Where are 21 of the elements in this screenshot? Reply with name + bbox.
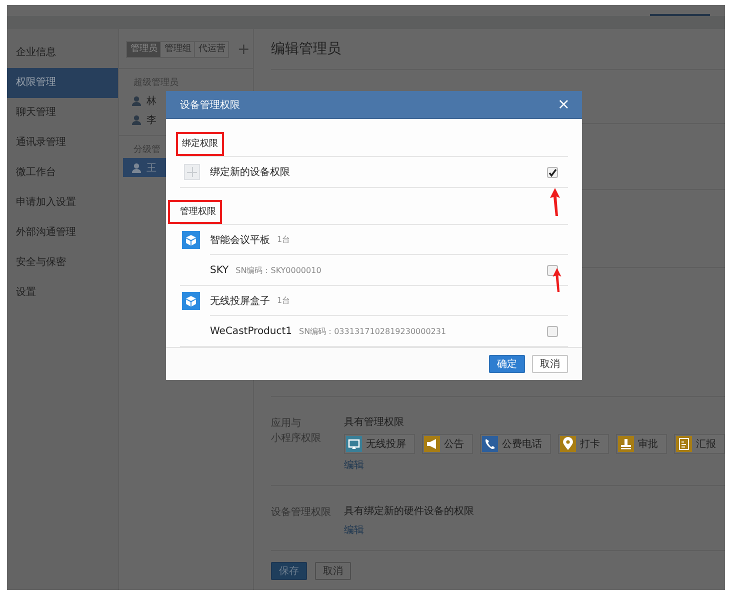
serial-number: SN编码：SKY0000010 — [236, 264, 322, 276]
dialog-title: 设备管理权限 — [180, 98, 240, 112]
app-label: 公告 — [444, 438, 464, 451]
device-name: SKY — [210, 264, 229, 276]
app-label: 审批 — [638, 438, 658, 451]
permission-label: 绑定新的设备权限 — [210, 166, 290, 179]
app-label: 无线投屏 — [366, 438, 406, 451]
app-label: 公费电话 — [502, 438, 542, 451]
device-name: WeCastProduct1 — [210, 326, 292, 336]
page-title: 编辑管理员 — [271, 40, 341, 58]
device-count: 1台 — [277, 295, 290, 306]
section-label: 管理权限 — [168, 200, 222, 224]
field-value: 具有管理权限 — [344, 416, 404, 430]
device-group-name: 智能会议平板 — [210, 234, 270, 246]
device-count: 1台 — [277, 234, 290, 245]
device-group-name: 无线投屏盒子 — [210, 294, 270, 308]
serial-number: SN编码：0331317102819230000231 — [299, 326, 446, 336]
app-label: 打卡 — [580, 438, 600, 451]
app-label: 汇报 — [696, 438, 716, 451]
section-label: 绑定权限 — [176, 132, 224, 156]
field-value: 具有绑定新的硬件设备的权限 — [344, 505, 474, 519]
